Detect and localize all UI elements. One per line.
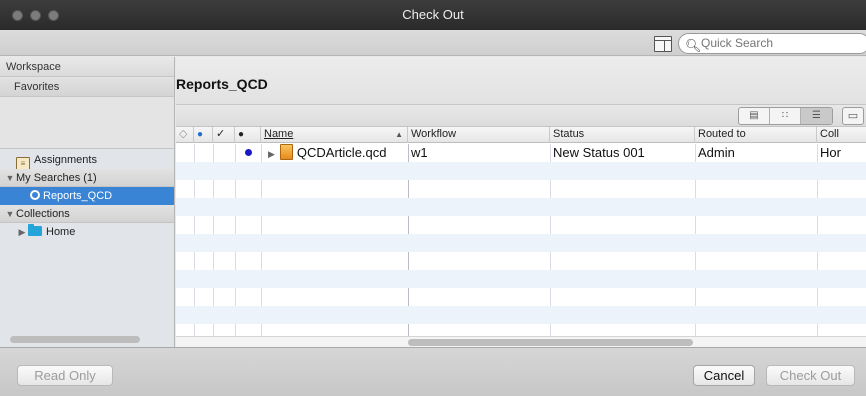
column-collection-header[interactable]: Coll bbox=[817, 127, 866, 143]
status-dot-cell bbox=[235, 144, 261, 162]
search-icon: 🔍︎ bbox=[685, 38, 702, 53]
disclosure-down-icon[interactable]: ▼ bbox=[4, 169, 16, 187]
quick-search-field[interactable]: 🔍︎ bbox=[678, 33, 866, 54]
quick-search-input[interactable] bbox=[701, 36, 861, 50]
name-cell[interactable]: ▶ QCDArticle.qcd bbox=[261, 144, 408, 162]
table-row bbox=[176, 324, 866, 336]
view-bar: ▤ ∷ ☰ ▭ bbox=[176, 105, 866, 127]
page-title: Reports_QCD bbox=[176, 76, 268, 92]
table-row bbox=[176, 270, 866, 288]
table-row bbox=[176, 288, 866, 306]
routed-to-cell: Admin bbox=[698, 145, 735, 160]
disclosure-right-icon[interactable]: ▶ bbox=[268, 149, 275, 159]
main-header: Reports_QCD bbox=[176, 57, 866, 105]
table-body: ▶ QCDArticle.qcd w1 New Status 001 Admin … bbox=[176, 144, 866, 336]
workflow-cell: w1 bbox=[411, 145, 428, 160]
sidebar-workspace-header: Workspace bbox=[0, 57, 174, 77]
status-cell: New Status 001 bbox=[553, 145, 645, 160]
table-header: ◇ ● ✓ ● Name ▲ Workflow Status Routed to… bbox=[176, 127, 866, 143]
horizontal-scrollbar[interactable] bbox=[176, 336, 866, 347]
table-row bbox=[176, 180, 866, 198]
sidebar-section-label: My Searches (1) bbox=[16, 172, 97, 184]
disclosure-down-icon[interactable]: ▼ bbox=[4, 205, 16, 223]
file-name: QCDArticle.qcd bbox=[296, 145, 387, 160]
sidebar-section-collections[interactable]: ▼ Collections bbox=[0, 205, 174, 223]
table-row[interactable]: ▶ QCDArticle.qcd w1 New Status 001 Admin … bbox=[176, 144, 866, 162]
sidebar-item-favorites[interactable]: Favorites bbox=[0, 77, 174, 97]
list-view-icon[interactable]: ☰ bbox=[801, 108, 832, 124]
disclosure-right-icon[interactable]: ▶ bbox=[16, 223, 28, 241]
window-title: Check Out bbox=[402, 7, 464, 22]
table-row bbox=[176, 198, 866, 216]
column-lock-header[interactable]: ◇ bbox=[176, 127, 194, 143]
toolbar: 🔍︎ bbox=[0, 30, 866, 56]
status-dot-icon bbox=[244, 149, 252, 156]
column-status-header[interactable]: Status bbox=[550, 127, 695, 143]
sidebar-item-label: Reports_QCD bbox=[43, 190, 113, 202]
sidebar: Workspace Favorites ≡ Assignments ▼ My Sea… bbox=[0, 57, 175, 347]
main-content: Reports_QCD ▤ ∷ ☰ ▭ ◇ ● ✓ ● Name ▲ Workf… bbox=[176, 57, 866, 347]
panel-layout-icon[interactable] bbox=[654, 36, 672, 52]
sidebar-item-reports-qcd[interactable]: Reports_QCD bbox=[0, 187, 174, 205]
column-label: Name bbox=[264, 128, 294, 140]
view-mode-switcher: ▤ ∷ ☰ bbox=[738, 107, 833, 125]
check-out-button[interactable]: Check Out bbox=[766, 365, 855, 386]
column-workflow-header[interactable]: Workflow bbox=[408, 127, 550, 143]
sort-ascending-icon: ▲ bbox=[395, 130, 403, 139]
sidebar-item-home[interactable]: ▶ Home bbox=[0, 223, 174, 241]
sidebar-section-my-searches[interactable]: ▼ My Searches (1) bbox=[0, 169, 174, 187]
table-row bbox=[176, 252, 866, 270]
title-bar: Check Out bbox=[0, 0, 866, 30]
sidebar-item-label: Assignments bbox=[34, 154, 97, 166]
scrollbar-thumb[interactable] bbox=[408, 339, 693, 346]
table-row bbox=[176, 162, 866, 180]
sidebar-scrollbar[interactable] bbox=[10, 336, 140, 343]
detail-view-icon[interactable]: ▤ bbox=[739, 108, 770, 124]
column-status-dot-header[interactable]: ● bbox=[235, 127, 261, 143]
sidebar-section-label: Collections bbox=[16, 208, 70, 220]
column-checked-header[interactable]: ✓ bbox=[213, 127, 235, 143]
column-name-header[interactable]: Name ▲ bbox=[261, 127, 408, 143]
grid-view-icon[interactable]: ∷ bbox=[770, 108, 801, 124]
column-routed-to-header[interactable]: Routed to bbox=[695, 127, 817, 143]
table-row bbox=[176, 306, 866, 324]
sidebar-item-label: Home bbox=[46, 226, 76, 238]
collection-cell: Hor bbox=[820, 145, 841, 160]
sidebar-item-assignments[interactable]: ≡ Assignments bbox=[0, 151, 174, 171]
cancel-button[interactable]: Cancel bbox=[693, 365, 755, 386]
sidebar-spacer bbox=[0, 97, 174, 149]
table-row bbox=[176, 216, 866, 234]
read-only-button[interactable]: Read Only bbox=[17, 365, 113, 386]
preview-icon[interactable]: ▭ bbox=[842, 107, 864, 125]
document-icon bbox=[279, 144, 293, 160]
saved-search-icon bbox=[30, 190, 40, 200]
folder-icon bbox=[28, 224, 42, 236]
column-sync-header[interactable]: ● bbox=[194, 127, 213, 143]
table-row bbox=[176, 234, 866, 252]
bottom-bar: Read Only Cancel Check Out bbox=[0, 347, 866, 396]
